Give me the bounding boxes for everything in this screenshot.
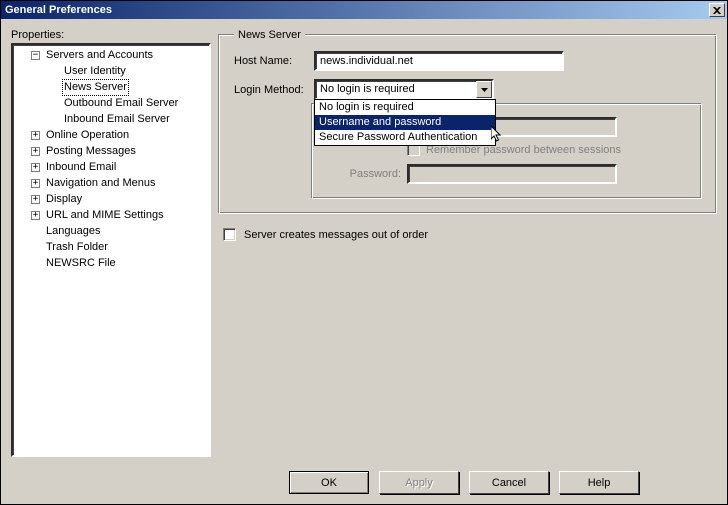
tree-inbound-email-server[interactable]: Inbound Email Server [13,111,209,127]
tree-newsrc-file[interactable]: NEWSRC File [13,255,209,271]
expand-icon[interactable]: + [31,179,40,188]
login-method-dropdown[interactable]: No login is required Username and passwo… [314,99,496,146]
tree-languages[interactable]: Languages [13,223,209,239]
cancel-button[interactable]: Cancel [469,471,549,494]
ok-button[interactable]: OK [289,471,369,494]
window-title: General Preferences [5,4,709,16]
password-label: Password: [327,168,401,180]
tree-navigation-menus[interactable]: +Navigation and Menus [13,175,209,191]
properties-tree[interactable]: − Servers and Accounts User Identity New… [11,43,211,457]
apply-button: Apply [379,471,459,494]
tree-news-server[interactable]: News Server [13,79,209,95]
help-button[interactable]: Help [559,471,639,494]
expand-icon[interactable]: + [31,195,40,204]
hostname-label: Host Name: [234,55,314,67]
login-method-combo[interactable]: No login is required No login is require… [314,79,494,100]
expand-icon[interactable]: + [31,163,40,172]
out-of-order-row[interactable]: Server creates messages out of order [223,228,713,241]
login-method-value: No login is required [316,81,476,98]
login-option-spa[interactable]: Secure Password Authentication [315,130,495,145]
tree-servers-accounts[interactable]: − Servers and Accounts [13,47,209,63]
collapse-icon[interactable]: − [31,51,40,60]
tree-inbound-email[interactable]: +Inbound Email [13,159,209,175]
hostname-input[interactable] [314,51,564,71]
tree-trash-folder[interactable]: Trash Folder [13,239,209,255]
close-icon [713,7,721,14]
login-option-no-login[interactable]: No login is required [315,100,495,115]
close-button[interactable] [709,3,725,17]
tree-posting-messages[interactable]: +Posting Messages [13,143,209,159]
out-of-order-checkbox[interactable] [223,228,236,241]
tree-online-operation[interactable]: +Online Operation [13,127,209,143]
tree-outbound-email[interactable]: Outbound Email Server [13,95,209,111]
title-bar: General Preferences [1,1,727,19]
properties-label: Properties: [11,29,211,41]
login-option-username-password[interactable]: Username and password [315,115,495,130]
expand-icon[interactable]: + [31,147,40,156]
password-input [407,164,617,184]
expand-icon[interactable]: + [31,131,40,140]
tree-user-identity[interactable]: User Identity [13,63,209,79]
login-method-label: Login Method: [234,84,314,96]
button-row: OK Apply Cancel Help [1,463,727,504]
out-of-order-label: Server creates messages out of order [244,229,428,241]
expand-icon[interactable]: + [31,211,40,220]
tree-display[interactable]: +Display [13,191,209,207]
combo-dropdown-button[interactable] [476,81,492,98]
group-legend: News Server [234,29,305,41]
tree-url-mime[interactable]: +URL and MIME Settings [13,207,209,223]
news-server-group: News Server Host Name: Login Method: No … [219,29,717,214]
chevron-down-icon [481,88,488,92]
